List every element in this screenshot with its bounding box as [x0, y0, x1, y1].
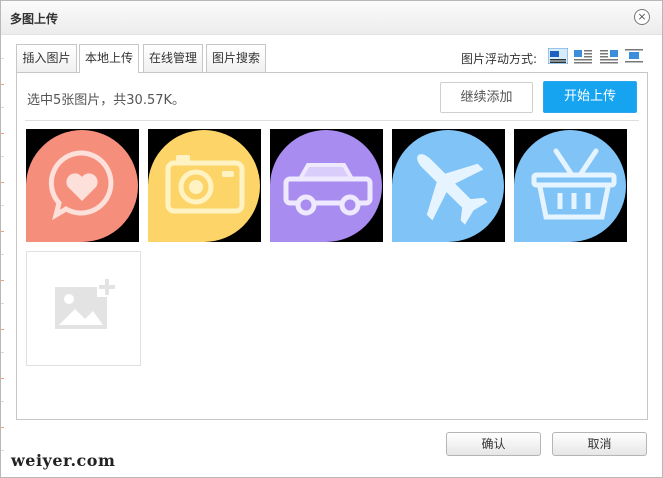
- panel-divider: [25, 120, 639, 121]
- thumbnail-car[interactable]: [270, 129, 383, 242]
- add-image-tile[interactable]: [26, 251, 141, 366]
- car-icon: [270, 129, 383, 242]
- continue-add-button[interactable]: 继续添加: [440, 82, 533, 113]
- float-center-icon[interactable]: [624, 48, 644, 64]
- tab-local-upload[interactable]: 本地上传: [79, 44, 139, 73]
- upload-panel: 选中5张图片，共30.57K。 继续添加 开始上传: [16, 72, 648, 420]
- close-button[interactable]: ×: [634, 9, 650, 25]
- basket-icon: [514, 129, 627, 242]
- confirm-button[interactable]: 确认: [446, 432, 541, 456]
- tab-image-search[interactable]: 图片搜索: [206, 44, 266, 72]
- cancel-button[interactable]: 取消: [552, 432, 647, 456]
- thumbnail-camera[interactable]: [148, 129, 261, 242]
- airplane-icon: [392, 129, 505, 242]
- float-none-icon[interactable]: [547, 47, 569, 65]
- camera-icon: [148, 129, 261, 242]
- thumbnail-basket[interactable]: [514, 129, 627, 242]
- float-left-icon[interactable]: [573, 48, 593, 64]
- dialog-title: 多图上传: [10, 12, 59, 26]
- float-right-icon[interactable]: [599, 48, 619, 64]
- background-edge: [1, 36, 4, 476]
- heart-chat-icon: [26, 129, 139, 242]
- thumbnail-airplane[interactable]: [392, 129, 505, 242]
- float-mode-label: 图片浮动方式:: [461, 52, 538, 66]
- dialog-titlebar: 多图上传 ×: [1, 1, 662, 35]
- tab-online-manage[interactable]: 在线管理: [143, 44, 203, 72]
- upload-status-text: 选中5张图片，共30.57K。: [27, 93, 186, 108]
- tab-insert-image[interactable]: 插入图片: [16, 44, 77, 72]
- multi-image-upload-dialog: 多图上传 × 插入图片 本地上传 在线管理 图片搜索 图片浮动方式: 选中5张图…: [0, 0, 663, 478]
- start-upload-button[interactable]: 开始上传: [543, 81, 637, 113]
- watermark-text: weiyer.com: [11, 451, 116, 470]
- thumbnail-heart-chat[interactable]: [26, 129, 139, 242]
- add-image-icon: [55, 277, 117, 329]
